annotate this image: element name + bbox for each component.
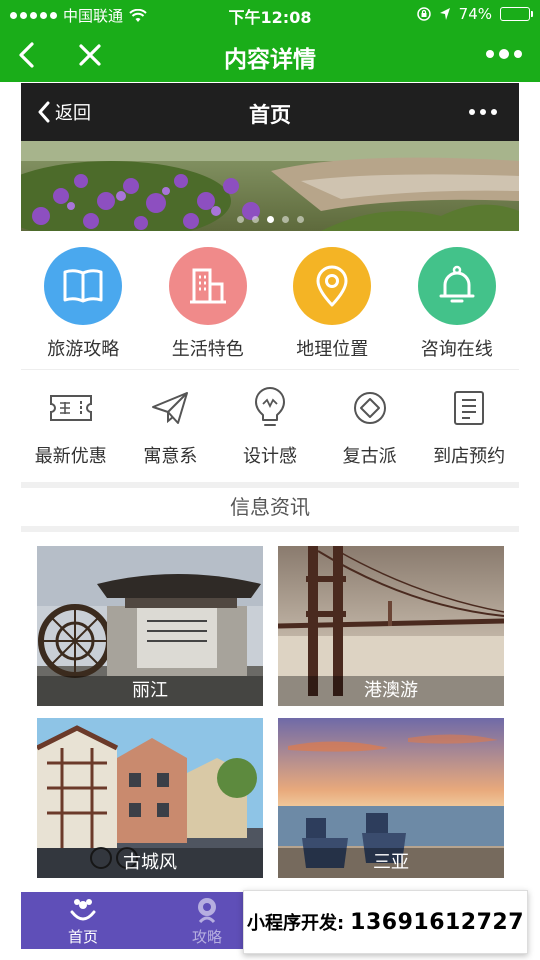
category-location[interactable]: 地理位置	[277, 247, 387, 369]
feature-row: 最新优惠 寓意系 设计感 复古派 到店预约	[21, 370, 519, 482]
banner-dot[interactable]	[251, 216, 259, 223]
feature-latest-deals[interactable]: 最新优惠	[23, 386, 119, 482]
feature-meaning-series[interactable]: 寓意系	[122, 386, 218, 482]
info-tile[interactable]: 港澳游	[278, 546, 504, 706]
paper-plane-icon	[122, 386, 218, 430]
category-row: 旅游攻略 生活特色 地理位置 咨询在线	[21, 231, 519, 369]
info-tile[interactable]: 丽江	[37, 546, 263, 706]
location-pin-icon	[293, 247, 372, 325]
category-label: 旅游攻略	[47, 339, 120, 360]
battery-percent: 74%	[458, 5, 492, 23]
inner-more-icon[interactable]	[469, 109, 497, 115]
ticket-icon	[23, 386, 119, 430]
banner-dot[interactable]	[281, 216, 289, 223]
wechat-top-bar: 中国联通 下午12:08 74% 内容详情	[0, 0, 540, 82]
feature-label: 最新优惠	[34, 446, 107, 467]
info-tile[interactable]: 古城风	[37, 718, 263, 878]
feature-retro-style[interactable]: 复古派	[322, 386, 418, 482]
feature-label: 设计感	[242, 446, 297, 467]
status-bar: 中国联通 下午12:08 74%	[0, 0, 540, 28]
tile-caption: 港澳游	[278, 676, 504, 706]
banner-dot-active[interactable]	[266, 216, 274, 223]
wechat-nav-bar: 内容详情	[0, 28, 540, 82]
diamond-icon	[322, 386, 418, 430]
feature-design-sense[interactable]: 设计感	[222, 386, 318, 482]
lightbulb-icon	[222, 386, 318, 430]
inner-nav-title: 首页	[249, 103, 291, 127]
tab-label: 首页	[67, 928, 98, 946]
info-tile[interactable]: 三亚	[278, 718, 504, 878]
banner-carousel[interactable]	[21, 141, 519, 231]
category-label: 生活特色	[171, 339, 244, 360]
contact-overlay: 小程序开发: 13691612727	[243, 890, 528, 954]
feature-label: 到店预约	[433, 446, 506, 467]
category-label: 地理位置	[296, 339, 369, 360]
contact-phone[interactable]: 13691612727	[350, 910, 524, 935]
status-right: 74%	[416, 5, 533, 23]
building-icon	[168, 247, 247, 325]
category-label: 咨询在线	[420, 339, 493, 360]
banner-indicator	[21, 216, 519, 223]
banner-dot[interactable]	[296, 216, 304, 223]
feature-label: 寓意系	[143, 446, 198, 467]
tile-caption: 丽江	[37, 676, 263, 706]
info-grid: 丽江 港澳游 古城风 三亚	[21, 532, 519, 878]
miniprogram-page: 返回 首页 旅游攻略 生活特色 地理位置 咨询在线 最新优惠 寓意系 设计感 复…	[21, 83, 519, 878]
tab-home[interactable]: 首页	[23, 892, 143, 949]
book-icon	[44, 247, 123, 325]
rotation-lock-icon	[416, 7, 431, 21]
tile-caption: 三亚	[278, 848, 504, 878]
document-icon	[421, 386, 517, 430]
category-consult-online[interactable]: 咨询在线	[402, 247, 512, 369]
category-travel-guide[interactable]: 旅游攻略	[28, 247, 138, 369]
banner-dot[interactable]	[236, 216, 244, 223]
more-dots-icon[interactable]	[486, 46, 522, 62]
tile-caption: 古城风	[37, 848, 263, 878]
battery-icon	[500, 7, 533, 21]
inner-nav-bar: 返回 首页	[21, 83, 519, 141]
contact-label: 小程序开发:	[246, 913, 345, 934]
wechat-nav-title: 内容详情	[224, 47, 316, 73]
bell-icon	[417, 247, 496, 325]
info-section-title: 信息资讯	[230, 495, 310, 519]
location-arrow-icon	[439, 8, 450, 20]
feature-label: 复古派	[342, 446, 397, 467]
home-flower-icon	[23, 892, 143, 924]
feature-store-booking[interactable]: 到店预约	[421, 386, 517, 482]
category-life-features[interactable]: 生活特色	[153, 247, 263, 369]
